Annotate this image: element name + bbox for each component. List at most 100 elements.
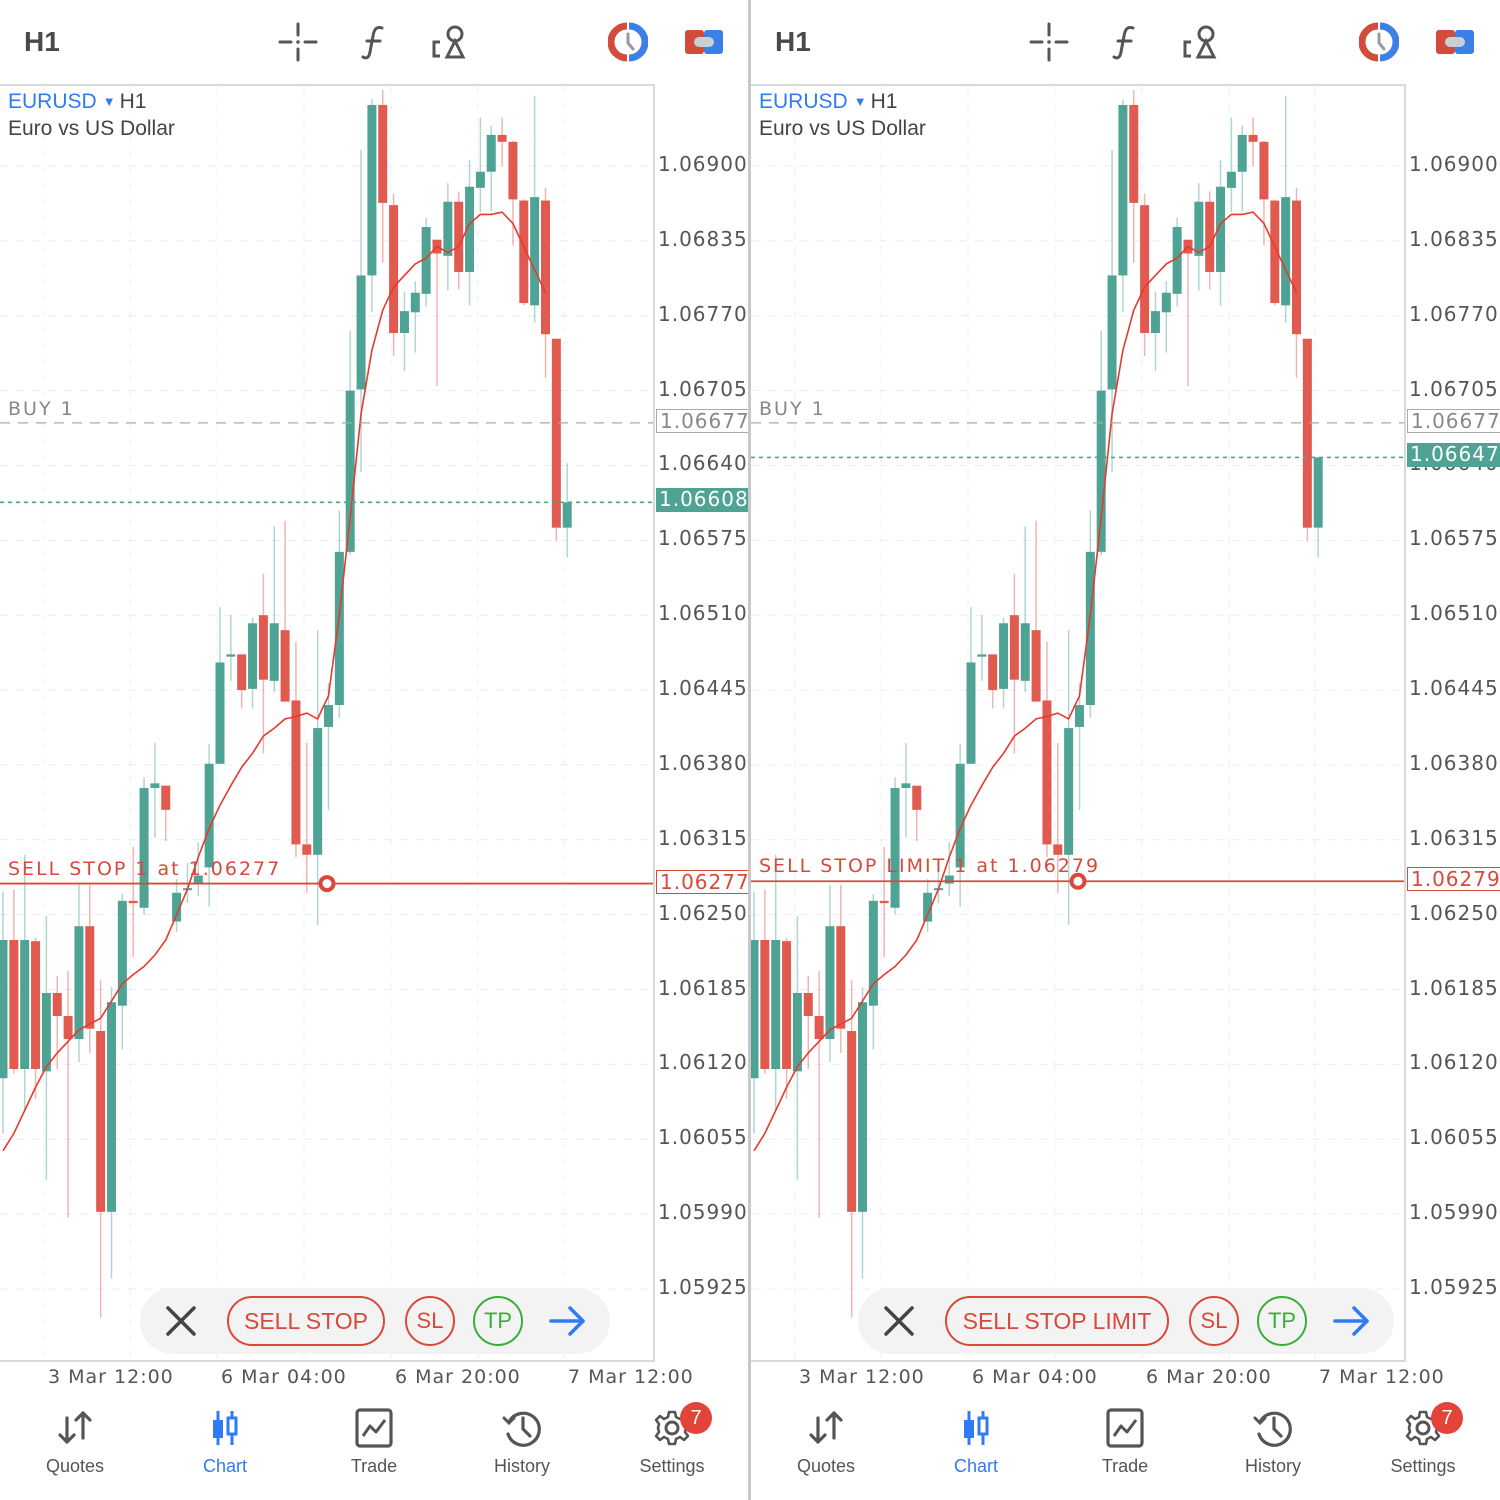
chart-area[interactable]	[0, 84, 655, 1362]
time-axis-label: 3 Mar 12:00	[48, 1366, 174, 1388]
pending-order-label[interactable]: SELL STOP LIMIT 1 at 1.06279	[759, 855, 1100, 877]
candlestick-chart[interactable]	[0, 86, 655, 1362]
symbol-selector[interactable]: EURUSD ▼ H1	[8, 90, 146, 114]
candle-body	[551, 338, 561, 528]
take-profit-button[interactable]: TP	[1257, 1296, 1307, 1346]
price-axis-label: 1.06120	[658, 1050, 748, 1075]
candle-body	[410, 292, 420, 313]
pending-order-label[interactable]: SELL STOP 1 at 1.06277	[8, 858, 281, 880]
timeframe-button[interactable]: H1	[775, 26, 811, 58]
nav-trade[interactable]: Trade	[1065, 1404, 1185, 1484]
symbol-timeframe: H1	[870, 90, 898, 113]
crosshair-icon[interactable]	[278, 22, 318, 62]
price-axis-label: 1.06835	[658, 226, 748, 251]
candle-body	[107, 1002, 116, 1212]
trade-panel-toggle-icon[interactable]	[684, 22, 724, 62]
nav-label: Chart	[953, 1456, 998, 1476]
candle-body	[803, 992, 813, 1017]
nav-label: Settings	[1390, 1456, 1456, 1476]
candlestick-chart[interactable]	[751, 86, 1406, 1362]
candle-body	[399, 311, 409, 334]
nav-settings[interactable]: 7 Settings	[612, 1402, 732, 1484]
price-axis-label: 1.06705	[658, 376, 748, 401]
place-order-button[interactable]	[548, 1304, 588, 1338]
nav-quotes[interactable]: Quotes	[766, 1404, 886, 1484]
candle-body	[999, 623, 1009, 689]
top-toolbar: H1	[0, 0, 748, 84]
price-axis-label: 1.06250	[658, 900, 748, 925]
candle-body	[52, 992, 62, 1017]
order-drag-handle[interactable]	[318, 875, 336, 893]
stop-loss-button[interactable]: SL	[405, 1296, 455, 1346]
one-click-trading-icon[interactable]	[607, 22, 649, 62]
close-order-button[interactable]	[882, 1304, 916, 1338]
candle-body	[1031, 630, 1041, 702]
nav-chart[interactable]: Chart	[165, 1404, 285, 1484]
price-axis-label: 1.06835	[1409, 226, 1499, 251]
symbol-dropdown-icon[interactable]: ▼	[854, 94, 867, 109]
nav-quotes[interactable]: Quotes	[15, 1404, 135, 1484]
stop-loss-button[interactable]: SL	[1189, 1296, 1239, 1346]
notification-badge: 7	[680, 1402, 712, 1434]
chart-area[interactable]	[751, 84, 1406, 1362]
price-axis-label: 1.06900	[1409, 152, 1499, 176]
time-axis-label: 6 Mar 20:00	[1146, 1366, 1272, 1388]
price-axis-label: 1.06380	[1409, 750, 1499, 775]
screen-left: H1 EURUSD ▼ H1 Euro vs US Dollar 1.06900 1.…	[0, 0, 750, 1500]
candle-body	[955, 763, 965, 868]
candle-body	[1194, 201, 1204, 256]
objects-icon[interactable]	[430, 22, 470, 62]
one-click-trading-icon[interactable]	[1358, 22, 1400, 62]
price-axis-label: 1.05990	[658, 1200, 748, 1225]
indicators-icon[interactable]	[354, 22, 394, 62]
candle-body	[530, 197, 540, 306]
buy-position-label: BUY 1	[759, 398, 826, 420]
candle-body	[771, 940, 781, 1070]
candle-body	[901, 783, 911, 788]
candle-body	[41, 992, 51, 1072]
nav-chart[interactable]: Chart	[916, 1404, 1036, 1484]
order-type-button[interactable]: SELL STOP LIMIT	[945, 1296, 1169, 1346]
candle-body	[443, 201, 453, 256]
trade-icon	[1106, 1408, 1144, 1448]
candle-body	[63, 1016, 73, 1040]
take-profit-button[interactable]: TP	[473, 1296, 523, 1346]
candle-body	[912, 785, 922, 810]
order-type-button[interactable]: SELL STOP	[227, 1296, 385, 1346]
candle-body	[128, 900, 138, 904]
candle-body	[150, 783, 160, 788]
candle-body	[237, 654, 247, 691]
symbol-dropdown-icon[interactable]: ▼	[103, 94, 116, 109]
nav-history[interactable]: History	[1213, 1404, 1333, 1484]
candle-body	[248, 623, 258, 689]
indicators-icon[interactable]	[1105, 22, 1145, 62]
nav-settings[interactable]: 7 Settings	[1363, 1402, 1483, 1484]
candle-body	[1226, 171, 1236, 188]
candle-body	[74, 926, 84, 1040]
candle-body	[334, 551, 344, 706]
nav-trade[interactable]: Trade	[314, 1404, 434, 1484]
trade-panel-toggle-icon[interactable]	[1435, 22, 1475, 62]
nav-history[interactable]: History	[462, 1404, 582, 1484]
time-axis-label: 6 Mar 20:00	[395, 1366, 521, 1388]
candle-body	[258, 615, 268, 680]
place-order-button[interactable]	[1332, 1304, 1372, 1338]
objects-icon[interactable]	[1181, 22, 1221, 62]
symbol-selector[interactable]: EURUSD ▼ H1	[759, 90, 897, 114]
pending-order-price-tag: 1.06279	[1407, 867, 1500, 892]
buy-price-tag: 1.06677	[1407, 409, 1500, 433]
nav-label: Trade	[350, 1456, 398, 1476]
candle-body	[280, 630, 290, 702]
chart-icon	[964, 1411, 989, 1445]
nav-label: Trade	[1101, 1456, 1149, 1476]
candle-body	[1129, 104, 1139, 203]
price-axis-label: 1.06315	[1409, 825, 1499, 850]
timeframe-button[interactable]: H1	[24, 26, 60, 58]
trade-icon	[355, 1408, 393, 1448]
crosshair-icon[interactable]	[1029, 22, 1069, 62]
candle-body	[836, 926, 846, 1029]
order-toolbar: SELL STOP SL TP	[140, 1288, 610, 1354]
screen-right: H1 EURUSD ▼ H1 Euro vs US Dollar 1.06900 1.…	[750, 0, 1500, 1500]
close-order-button[interactable]	[164, 1304, 198, 1338]
nav-label: Chart	[202, 1456, 247, 1476]
